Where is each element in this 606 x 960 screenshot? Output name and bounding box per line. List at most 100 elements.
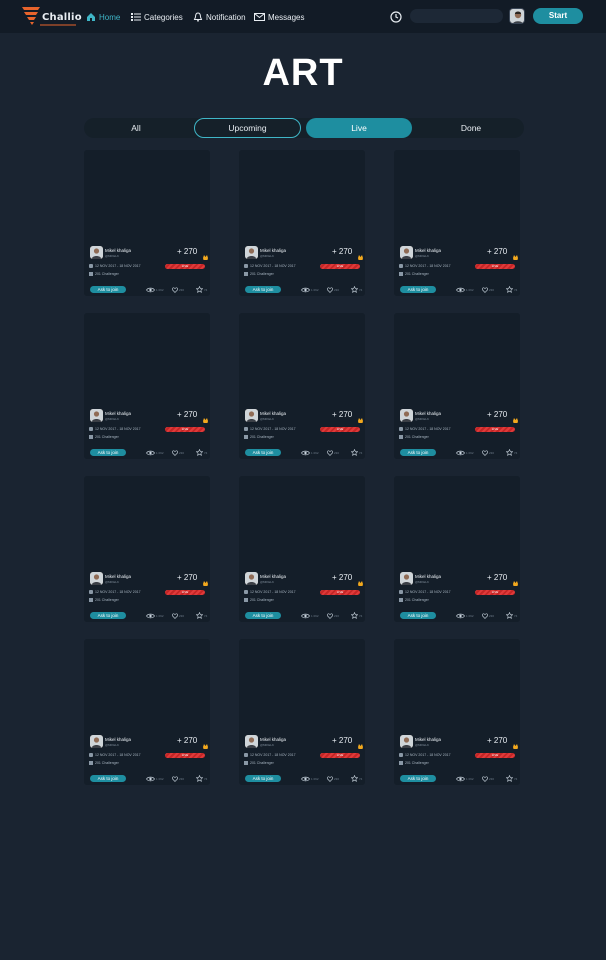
heart-icon[interactable]	[172, 450, 178, 456]
heart-icon[interactable]	[482, 776, 488, 782]
eye-icon[interactable]	[146, 450, 155, 456]
challenge-card[interactable]: Mikel khaliga @MIKELK + 270 12 NOV 2017 …	[394, 313, 520, 459]
ask-to-join-button[interactable]: Ask to join	[400, 775, 436, 782]
star-icon[interactable]	[196, 449, 203, 456]
search-input[interactable]	[410, 9, 503, 23]
ask-to-join-button[interactable]: Ask to join	[400, 286, 436, 293]
ask-to-join-button[interactable]: Ask to join	[400, 449, 436, 456]
ask-to-join-button[interactable]: Ask to join	[90, 286, 126, 293]
eye-icon[interactable]	[456, 776, 465, 782]
creator-name[interactable]: Mikel khaliga	[260, 737, 286, 742]
creator-avatar[interactable]	[90, 735, 103, 748]
tab-live[interactable]: Live	[306, 118, 412, 138]
ask-to-join-button[interactable]: Ask to join	[245, 449, 281, 456]
nav-messages[interactable]: Messages	[254, 10, 304, 24]
challenge-thumbnail[interactable]	[87, 643, 208, 731]
nav-home[interactable]: Home	[85, 10, 120, 24]
creator-name[interactable]: Mikel khaliga	[415, 574, 441, 579]
eye-icon[interactable]	[301, 776, 310, 782]
eye-icon[interactable]	[456, 287, 465, 293]
creator-name[interactable]: Mikel khaliga	[260, 574, 286, 579]
heart-icon[interactable]	[327, 450, 333, 456]
nav-notification[interactable]: Notification	[192, 10, 246, 24]
eye-icon[interactable]	[301, 613, 310, 619]
ask-to-join-button[interactable]: Ask to join	[90, 449, 126, 456]
challenge-card[interactable]: Mikel khaliga @MIKELK + 270 12 NOV 2017 …	[84, 639, 210, 785]
heart-icon[interactable]	[172, 776, 178, 782]
creator-name[interactable]: Mikel khaliga	[105, 248, 131, 253]
creator-avatar[interactable]	[400, 246, 413, 259]
creator-name[interactable]: Mikel khaliga	[105, 411, 131, 416]
star-icon[interactable]	[506, 775, 513, 782]
tab-all[interactable]: All	[84, 118, 188, 138]
eye-icon[interactable]	[146, 613, 155, 619]
creator-name[interactable]: Mikel khaliga	[415, 411, 441, 416]
star-icon[interactable]	[351, 286, 358, 293]
heart-icon[interactable]	[172, 613, 178, 619]
creator-name[interactable]: Mikel khaliga	[260, 411, 286, 416]
challenge-thumbnail[interactable]	[242, 317, 363, 405]
eye-icon[interactable]	[301, 287, 310, 293]
creator-name[interactable]: Mikel khaliga	[260, 248, 286, 253]
user-avatar[interactable]	[509, 8, 525, 24]
nav-categories[interactable]: Categories	[130, 10, 183, 24]
heart-icon[interactable]	[327, 287, 333, 293]
creator-avatar[interactable]	[400, 735, 413, 748]
challenge-thumbnail[interactable]	[87, 317, 208, 405]
eye-icon[interactable]	[456, 613, 465, 619]
tab-upcoming[interactable]: Upcoming	[194, 118, 301, 138]
ask-to-join-button[interactable]: Ask to join	[400, 612, 436, 619]
star-icon[interactable]	[351, 612, 358, 619]
star-icon[interactable]	[351, 775, 358, 782]
eye-icon[interactable]	[301, 450, 310, 456]
challenge-card[interactable]: Mikel khaliga @MIKELK + 270 12 NOV 2017 …	[239, 313, 365, 459]
challenge-card[interactable]: Mikel khaliga @MIKELK + 270 12 NOV 2017 …	[84, 313, 210, 459]
creator-name[interactable]: Mikel khaliga	[105, 574, 131, 579]
star-icon[interactable]	[506, 286, 513, 293]
challenge-thumbnail[interactable]	[242, 643, 363, 731]
challenge-thumbnail[interactable]	[397, 643, 518, 731]
challenge-thumbnail[interactable]	[242, 154, 363, 242]
challenge-thumbnail[interactable]	[242, 480, 363, 568]
creator-avatar[interactable]	[90, 246, 103, 259]
star-icon[interactable]	[196, 775, 203, 782]
challenge-card[interactable]: Mikel khaliga @MIKELK + 270 12 NOV 2017 …	[239, 150, 365, 296]
creator-avatar[interactable]	[90, 572, 103, 585]
challio-logo[interactable]: Challio	[22, 5, 82, 27]
creator-avatar[interactable]	[400, 572, 413, 585]
heart-icon[interactable]	[482, 613, 488, 619]
creator-avatar[interactable]	[245, 246, 258, 259]
ask-to-join-button[interactable]: Ask to join	[90, 775, 126, 782]
creator-avatar[interactable]	[400, 409, 413, 422]
challenge-thumbnail[interactable]	[87, 154, 208, 242]
star-icon[interactable]	[506, 612, 513, 619]
challenge-thumbnail[interactable]	[397, 154, 518, 242]
creator-avatar[interactable]	[90, 409, 103, 422]
creator-name[interactable]: Mikel khaliga	[415, 737, 441, 742]
ask-to-join-button[interactable]: Ask to join	[90, 612, 126, 619]
ask-to-join-button[interactable]: Ask to join	[245, 775, 281, 782]
challenge-card[interactable]: Mikel khaliga @MIKELK + 270 12 NOV 2017 …	[394, 476, 520, 622]
challenge-thumbnail[interactable]	[397, 480, 518, 568]
creator-avatar[interactable]	[245, 409, 258, 422]
challenge-card[interactable]: Mikel khaliga @MIKELK + 270 12 NOV 2017 …	[239, 639, 365, 785]
star-icon[interactable]	[351, 449, 358, 456]
star-icon[interactable]	[196, 612, 203, 619]
challenge-card[interactable]: Mikel khaliga @MIKELK + 270 12 NOV 2017 …	[84, 476, 210, 622]
star-icon[interactable]	[196, 286, 203, 293]
heart-icon[interactable]	[172, 287, 178, 293]
start-button[interactable]: Start	[533, 8, 583, 24]
heart-icon[interactable]	[482, 287, 488, 293]
ask-to-join-button[interactable]: Ask to join	[245, 286, 281, 293]
star-icon[interactable]	[506, 449, 513, 456]
challenge-card[interactable]: Mikel khaliga @MIKELK + 270 12 NOV 2017 …	[394, 639, 520, 785]
challenge-card[interactable]: Mikel khaliga @MIKELK + 270 12 NOV 2017 …	[394, 150, 520, 296]
eye-icon[interactable]	[146, 776, 155, 782]
challenge-card[interactable]: Mikel khaliga @MIKELK + 270 12 NOV 2017 …	[84, 150, 210, 296]
challenge-thumbnail[interactable]	[87, 480, 208, 568]
ask-to-join-button[interactable]: Ask to join	[245, 612, 281, 619]
tab-done[interactable]: Done	[418, 118, 524, 138]
eye-icon[interactable]	[456, 450, 465, 456]
challenge-thumbnail[interactable]	[397, 317, 518, 405]
creator-name[interactable]: Mikel khaliga	[105, 737, 131, 742]
